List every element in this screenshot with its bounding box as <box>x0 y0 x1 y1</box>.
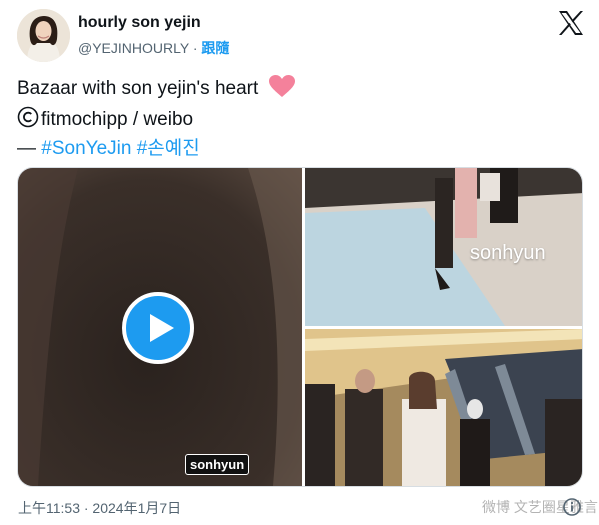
hashtag-sonyejin[interactable]: #SonYeJin <box>41 138 131 159</box>
tweet-text: Bazaar with son yejin's heart fitmochipp… <box>17 74 577 162</box>
tweet-line-3: — #SonYeJin #손예진 <box>17 136 577 162</box>
copyright-icon <box>17 106 39 136</box>
media-grid: sonhyun sonhyun <box>17 167 583 487</box>
tweet-line-2-text: fitmochipp / weibo <box>41 109 194 130</box>
tweet-line-1-text: Bazaar with son yejin's heart <box>17 78 259 99</box>
avatar[interactable] <box>17 9 70 62</box>
dash-prefix: — <box>17 138 42 159</box>
photo-watermark: sonhyun <box>470 242 546 264</box>
timestamp[interactable]: 上午11:53 · 2024年1月7日 <box>18 498 181 518</box>
hashtag-korean[interactable]: #손예진 <box>137 138 200 159</box>
video-thumbnail[interactable]: sonhyun <box>18 168 302 486</box>
display-name[interactable]: hourly son yejin <box>78 14 201 32</box>
user-handle[interactable]: @YEJINHOURLY <box>78 40 189 56</box>
tweet-line-1: Bazaar with son yejin's heart <box>17 74 577 106</box>
tweet-line-2: fitmochipp / weibo <box>17 106 577 136</box>
follow-link[interactable]: 跟隨 <box>201 40 229 56</box>
info-icon[interactable] <box>563 498 581 516</box>
play-button[interactable] <box>122 292 194 364</box>
heart-icon <box>268 74 296 106</box>
photo-bottom-right[interactable] <box>305 329 582 486</box>
x-logo-icon[interactable] <box>556 8 586 38</box>
video-watermark: sonhyun <box>185 454 250 475</box>
photo-top-right[interactable]: sonhyun <box>305 168 582 326</box>
separator: · <box>192 40 198 56</box>
handle-row: @YEJINHOURLY · 跟隨 <box>78 38 229 58</box>
